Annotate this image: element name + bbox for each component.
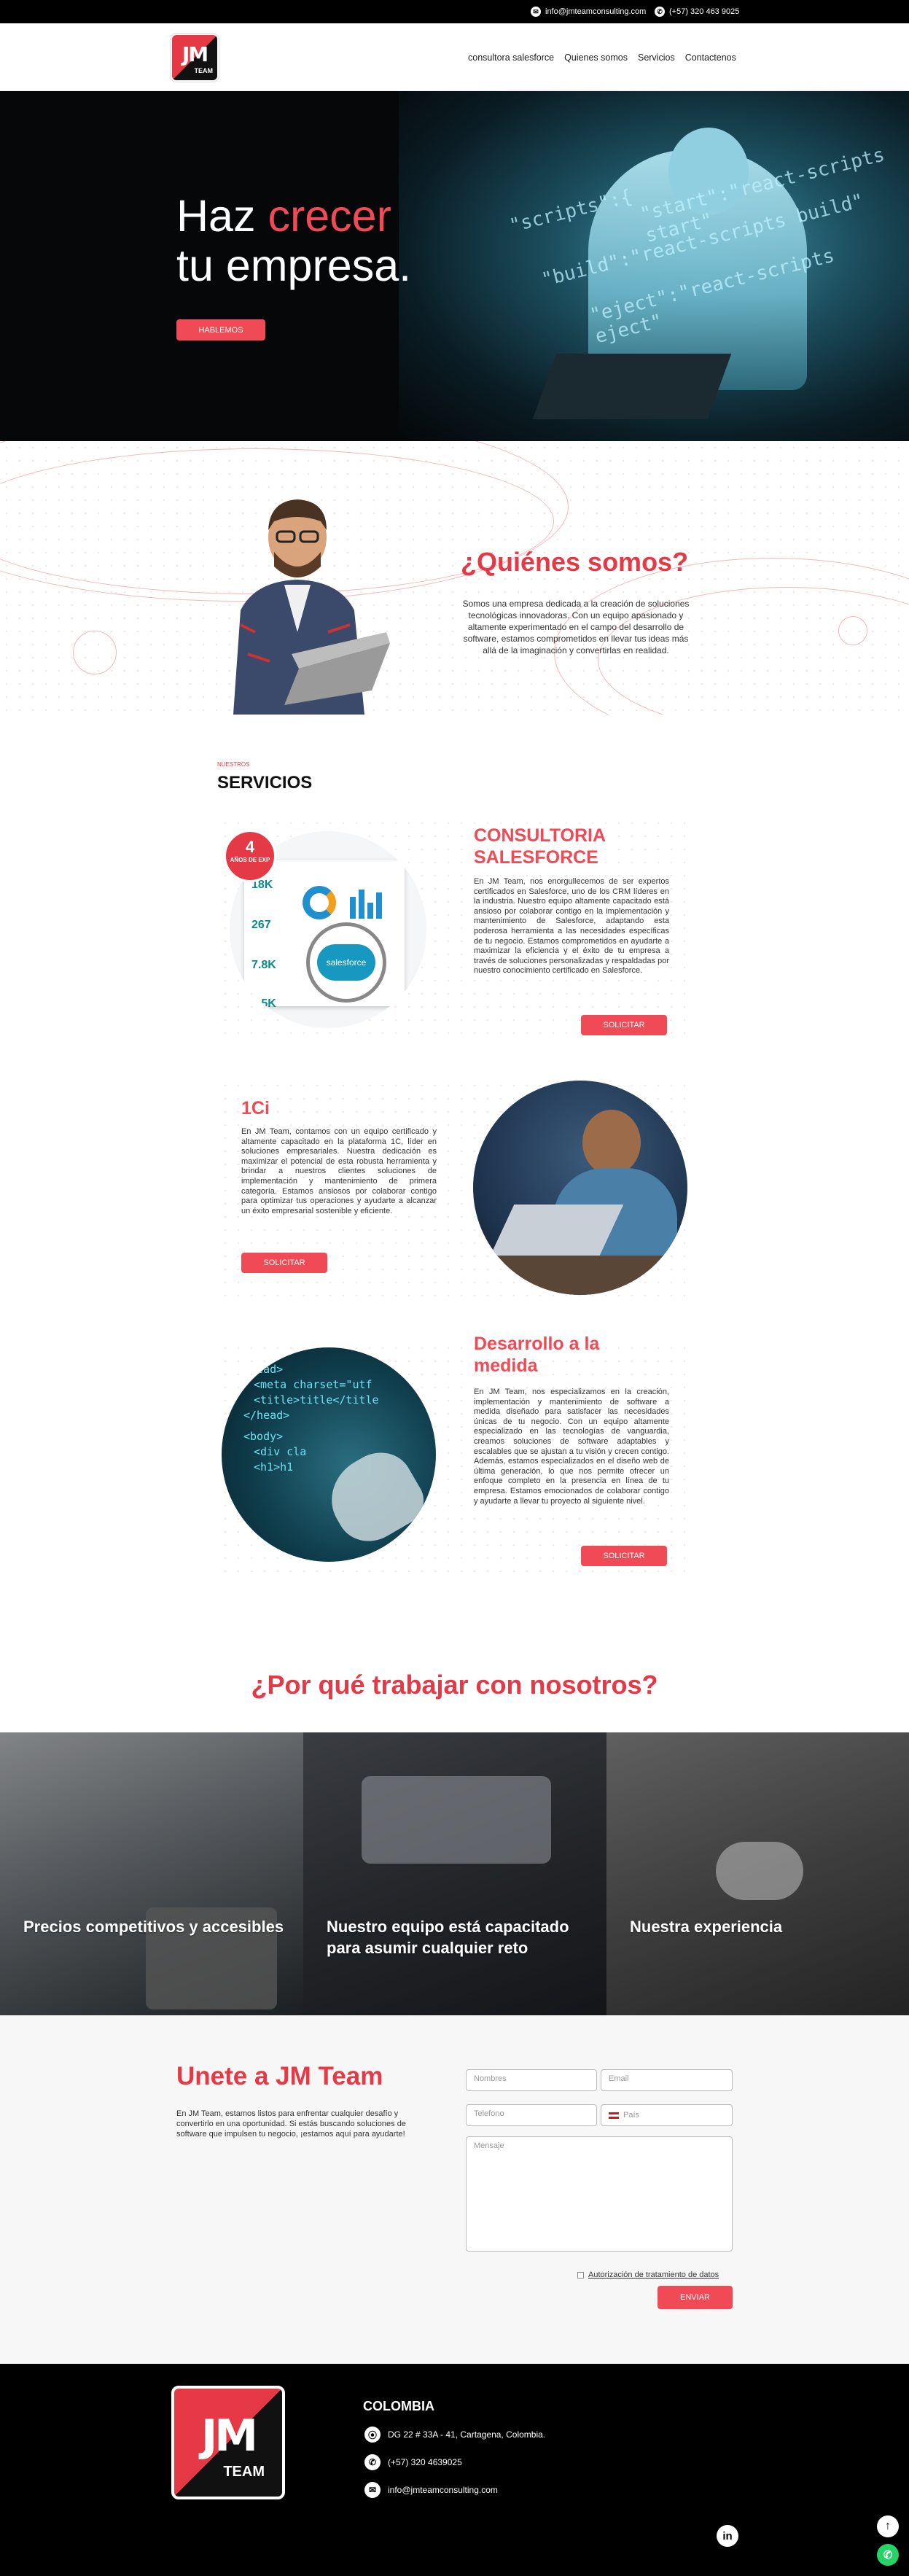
service-2-solicitar-button[interactable]: SOLICITAR (241, 1253, 327, 1273)
service-2-title: 1Ci (241, 1098, 270, 1118)
phone-field[interactable]: Telefono (466, 2104, 597, 2126)
top-contact-bar: ✉ info@jmteamconsulting.com ✆ (+57) 320 … (0, 0, 909, 23)
hero-section: "scripts":{ "build":"react-scripts build… (0, 91, 909, 441)
service-3-title: Desarrollo a la medida (474, 1334, 600, 1376)
code-line-5: <body> (243, 1430, 284, 1443)
donut-chart (303, 886, 336, 919)
about-title: ¿Quiénes somos? (461, 547, 689, 577)
whatsapp-float-icon[interactable]: ✆ (877, 2544, 899, 2566)
country-field[interactable]: País (601, 2104, 733, 2126)
hero-title-1: Haz (176, 191, 256, 241)
service-3-text: En JM Team, nos especializamos en la cre… (474, 1388, 669, 1506)
stat-2: 267 (251, 919, 271, 931)
why-panel-team: Nuestro equipo está capacitado para asum… (303, 1732, 606, 2015)
footer-logo[interactable]: JM TEAM (171, 2386, 285, 2499)
footer-address-row: ⦿ DG 22 # 33A - 41, Cartagena, Colombia. (364, 2427, 545, 2443)
stat-3: 7.8K (251, 959, 276, 971)
topbar-email[interactable]: ✉ info@jmteamconsulting.com (531, 7, 646, 17)
hero-title: Haz crecer tu empresa. (176, 191, 411, 290)
flag-icon (609, 2112, 619, 2119)
service-3-solicitar-button[interactable]: SOLICITAR (581, 1546, 667, 1566)
about-person-image (204, 486, 394, 715)
code-line-4: </head> (243, 1409, 290, 1422)
service-1-solicitar-button[interactable]: SOLICITAR (581, 1015, 667, 1035)
footer-email-row[interactable]: ✉ info@jmteamconsulting.com (364, 2482, 498, 2498)
nav-item-contactenos[interactable]: Contactenos (685, 52, 736, 63)
hero-title-2: tu empresa. (176, 241, 412, 290)
why-panel-prices-label: Precios competitivos y accesibles (23, 1918, 284, 1936)
service-1-text: En JM Team, nos enorgullecemos de ser ex… (474, 877, 669, 976)
hablemos-button[interactable]: HABLEMOS (176, 319, 265, 341)
why-panel-experience: Nuestra experiencia (606, 1732, 909, 2015)
contact-title: Unete a JM Team (176, 2062, 383, 2090)
why-panel-experience-label: Nuestra experiencia (630, 1918, 783, 1936)
service-1-title: CONSULTORIA SALESFORCE (474, 825, 606, 868)
enviar-button[interactable]: ENVIAR (658, 2286, 733, 2309)
email-icon: ✉ (364, 2482, 381, 2498)
email-field[interactable]: Email (601, 2069, 733, 2091)
why-title: ¿Por qué trabajar con nosotros? (251, 1670, 658, 1700)
footer-country: COLOMBIA (363, 2399, 434, 2413)
footer-phone-row[interactable]: ✆ (+57) 320 4639025 (364, 2454, 462, 2470)
location-icon: ⦿ (364, 2427, 381, 2443)
contact-section (0, 2015, 909, 2364)
years-badge: 4 AÑOS DE EXP (224, 830, 276, 882)
about-section (0, 441, 909, 715)
why-panel-team-label: Nuestro equipo está capacitado para asum… (327, 1918, 569, 1957)
footer-address: DG 22 # 33A - 41, Cartagena, Colombia. (388, 2429, 546, 2440)
footer-phone[interactable]: (+57) 320 4639025 (388, 2457, 462, 2467)
logo-sub: TEAM (194, 67, 214, 74)
hero-image: "scripts":{ "build":"react-scripts build… (399, 91, 909, 441)
whatsapp-icon: ✆ (364, 2454, 381, 2470)
hero-title-highlight: crecer (268, 191, 391, 241)
name-field[interactable]: Nombres (466, 2069, 597, 2091)
email-icon: ✉ (531, 7, 541, 17)
years-badge-label: AÑOS DE EXP (230, 857, 270, 863)
logo-mark: JM (182, 42, 208, 66)
site-header: JM TEAM consultora salesforce Quienes so… (0, 23, 909, 91)
salesforce-logo: salesforce (317, 944, 375, 981)
code-line-3: <title>title</title (254, 1393, 379, 1406)
code-line-1: <head> (243, 1363, 284, 1376)
nav-item-consultora[interactable]: consultora salesforce (468, 52, 554, 63)
footer-logo-sub: TEAM (223, 2464, 265, 2480)
site-logo[interactable]: JM TEAM (171, 34, 219, 82)
services-kicker: NUESTROS (217, 761, 250, 768)
consent-label[interactable]: Autorización de tratamiento de datos (588, 2270, 719, 2279)
message-field[interactable]: Mensaje (466, 2136, 733, 2252)
services-title: SERVICIOS (217, 773, 313, 793)
topbar-phone[interactable]: ✆ (+57) 320 463 9025 (655, 7, 739, 17)
nav-item-servicios[interactable]: Servicios (638, 52, 675, 63)
stat-4: 1.5K (251, 997, 276, 1010)
footer-logo-mark: JM (200, 2410, 258, 2462)
code-hand-image: <head> <meta charset="utf <title>title</… (222, 1347, 436, 1562)
arrow-up-icon[interactable]: ↑ (877, 2515, 899, 2537)
code-line-6: <div cla (254, 1445, 307, 1458)
contact-text: En JM Team, estamos listos para enfrenta… (176, 2109, 406, 2139)
topbar-phone-text[interactable]: (+57) 320 463 9025 (669, 7, 739, 16)
footer-email[interactable]: info@jmteamconsulting.com (388, 2485, 498, 2495)
consent-checkbox[interactable] (577, 2271, 584, 2279)
developer-photo (473, 1081, 687, 1295)
code-line-2: <meta charset="utf (254, 1378, 372, 1391)
why-panel-prices: Precios competitivos y accesibles (0, 1732, 303, 2015)
nav-item-quienes-somos[interactable]: Quienes somos (564, 52, 628, 63)
salesforce-cloud-badge: salesforce (306, 922, 386, 1003)
whatsapp-icon: ✆ (655, 7, 665, 17)
linkedin-icon[interactable]: in (717, 2525, 738, 2547)
about-text: Somos una empresa dedicada a la creación… (462, 599, 690, 655)
years-badge-number: 4 (245, 838, 255, 856)
main-nav: consultora salesforce Quienes somos Serv… (468, 52, 736, 63)
country-placeholder: País (623, 2111, 640, 2120)
bar-chart (350, 890, 382, 919)
topbar-email-text[interactable]: info@jmteamconsulting.com (545, 7, 646, 16)
service-2-text: En JM Team, contamos con un equipo certi… (241, 1127, 437, 1215)
consent-checkbox-row[interactable]: Autorización de tratamiento de datos (577, 2270, 719, 2279)
